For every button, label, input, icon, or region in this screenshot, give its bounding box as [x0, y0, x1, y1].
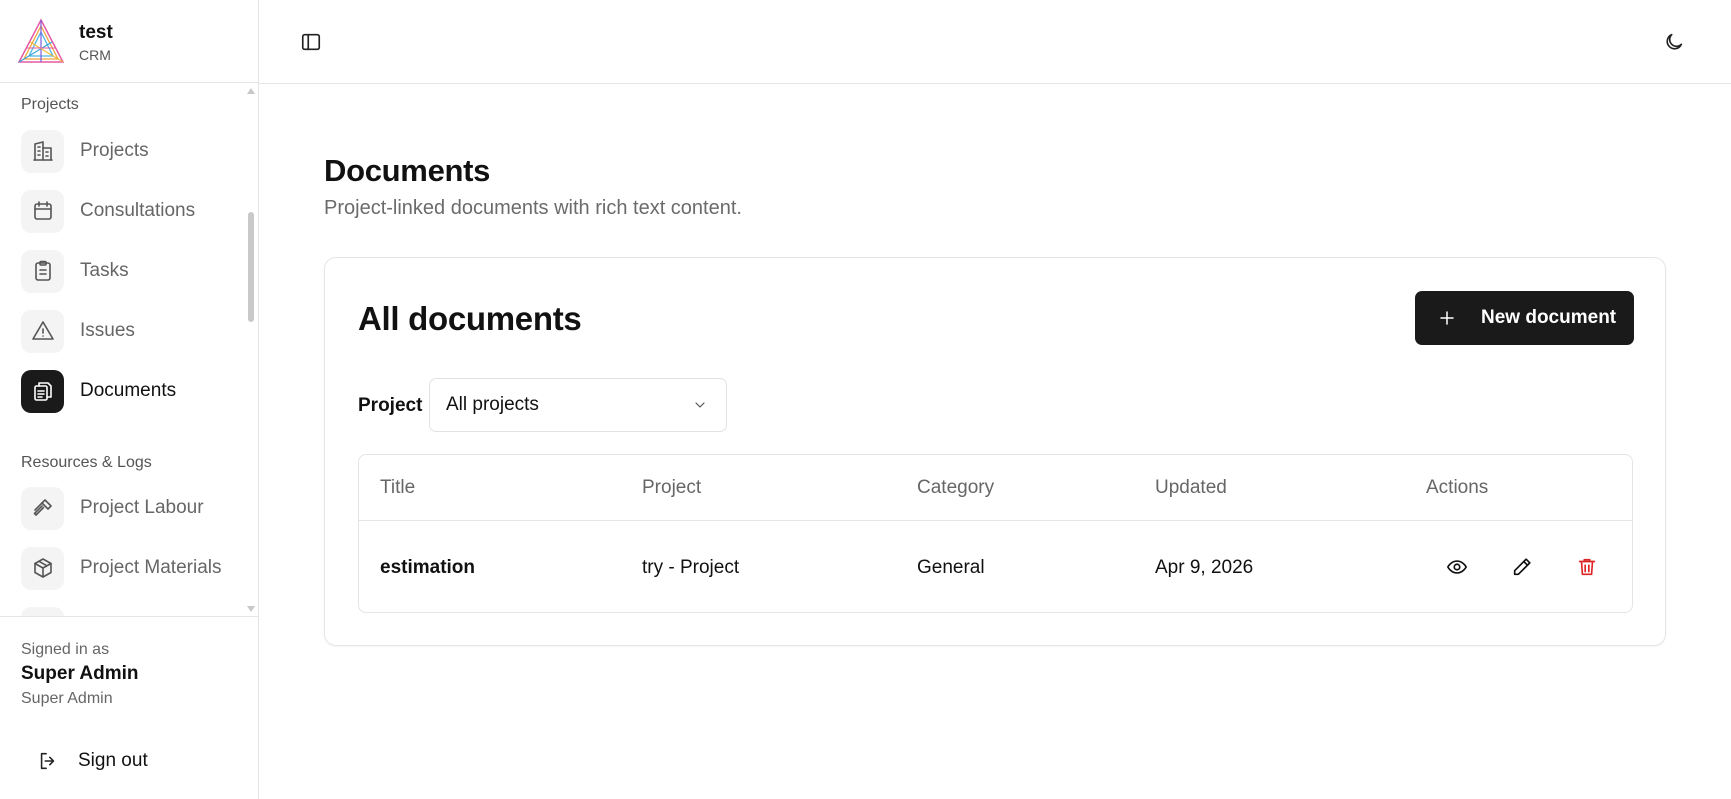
- column-header-category: Category: [917, 477, 995, 498]
- column-header-title: Title: [380, 477, 416, 498]
- sidebar-item-issues[interactable]: Issues: [21, 309, 243, 353]
- cell-title: estimation: [380, 557, 476, 578]
- signed-in-label: Signed in as: [21, 641, 110, 658]
- project-filter-label: Project: [358, 395, 423, 416]
- sidebar-nav: Projects Projects Consultations Tasks Is…: [0, 84, 258, 616]
- trash-icon: [1578, 558, 1596, 576]
- sidebar-item-projects[interactable]: Projects: [21, 129, 243, 173]
- column-header-actions: Actions: [1426, 477, 1489, 498]
- warning-icon: [21, 309, 64, 353]
- brand-logo: [17, 18, 65, 63]
- documents-icon: [21, 369, 64, 413]
- sidebar-toggle-icon: [301, 33, 321, 51]
- sidebar-toggle-button[interactable]: [294, 25, 328, 59]
- list-icon: [21, 606, 64, 616]
- plus-icon: [1440, 311, 1454, 325]
- scroll-up-icon[interactable]: [247, 88, 255, 94]
- page-subtitle: Project-linked documents with rich text …: [324, 197, 742, 219]
- brand-subtitle: CRM: [79, 47, 111, 63]
- user-role: Super Admin: [21, 690, 113, 707]
- brand-header: test CRM: [0, 0, 258, 83]
- hammer-icon: [21, 486, 64, 530]
- clipboard-icon: [21, 249, 64, 293]
- project-filter-select[interactable]: All projects: [429, 378, 727, 432]
- documents-table: Title Project Category Updated Actions e…: [358, 454, 1633, 613]
- package-icon: [21, 546, 64, 590]
- sidebar-item-project-materials[interactable]: Project Materials: [21, 546, 243, 590]
- sidebar-item-documents[interactable]: Documents: [21, 369, 243, 413]
- card-title: All documents: [358, 300, 582, 337]
- sidebar-item-partial[interactable]: [21, 606, 243, 616]
- calendar-icon: [21, 189, 64, 233]
- cell-project: try - Project: [642, 557, 740, 578]
- page-title: Documents: [324, 153, 491, 188]
- theme-toggle-button[interactable]: [1657, 25, 1691, 59]
- column-header-project: Project: [642, 477, 702, 498]
- user-name: Super Admin: [21, 663, 139, 684]
- sidebar-item-label: Documents: [80, 380, 177, 401]
- sidebar-scrollbar[interactable]: [246, 84, 256, 616]
- topbar: [259, 0, 1731, 84]
- new-document-label: New document: [1481, 307, 1617, 328]
- documents-card: All documents New document Project All p…: [324, 257, 1666, 646]
- sidebar-item-label: Project Materials: [80, 557, 222, 578]
- edit-button[interactable]: [1502, 547, 1542, 587]
- moon-icon: [1666, 33, 1683, 50]
- delete-button[interactable]: [1567, 547, 1607, 587]
- eye-icon: [1447, 560, 1467, 574]
- sign-out-label: Sign out: [78, 750, 148, 771]
- cell-updated: Apr 9, 2026: [1155, 557, 1254, 578]
- scroll-down-icon[interactable]: [247, 606, 255, 612]
- nav-section-resources: Resources & Logs: [21, 454, 152, 471]
- chevron-down-icon: [695, 402, 705, 408]
- sidebar-item-label: Issues: [80, 320, 135, 341]
- project-filter-value: All projects: [446, 394, 539, 415]
- sign-out-button[interactable]: Sign out: [21, 739, 243, 783]
- nav-section-projects: Projects: [21, 96, 79, 113]
- view-button[interactable]: [1437, 547, 1477, 587]
- brand-name: test: [79, 22, 113, 43]
- sidebar-item-label: Consultations: [80, 200, 196, 221]
- sidebar: test CRM Projects Projects Consultations…: [0, 0, 259, 799]
- sidebar-item-label: Project Labour: [80, 497, 204, 518]
- sign-out-icon: [40, 752, 55, 770]
- user-panel: Signed in as Super Admin Super Admin Sig…: [0, 616, 258, 799]
- scroll-thumb[interactable]: [248, 212, 254, 322]
- new-document-button[interactable]: New document: [1415, 291, 1634, 345]
- cell-category: General: [917, 557, 985, 578]
- table-row: estimation try - Project General Apr 9, …: [359, 521, 1632, 612]
- sidebar-item-label: Tasks: [80, 260, 129, 281]
- building-icon: [21, 129, 64, 173]
- sidebar-item-tasks[interactable]: Tasks: [21, 249, 243, 293]
- sidebar-item-consultations[interactable]: Consultations: [21, 189, 243, 233]
- sidebar-item-label: Projects: [80, 140, 149, 161]
- table-header: Title Project Category Updated Actions: [359, 455, 1632, 521]
- sidebar-item-project-labour[interactable]: Project Labour: [21, 486, 243, 530]
- column-header-updated: Updated: [1155, 477, 1227, 498]
- pencil-icon: [1513, 558, 1531, 576]
